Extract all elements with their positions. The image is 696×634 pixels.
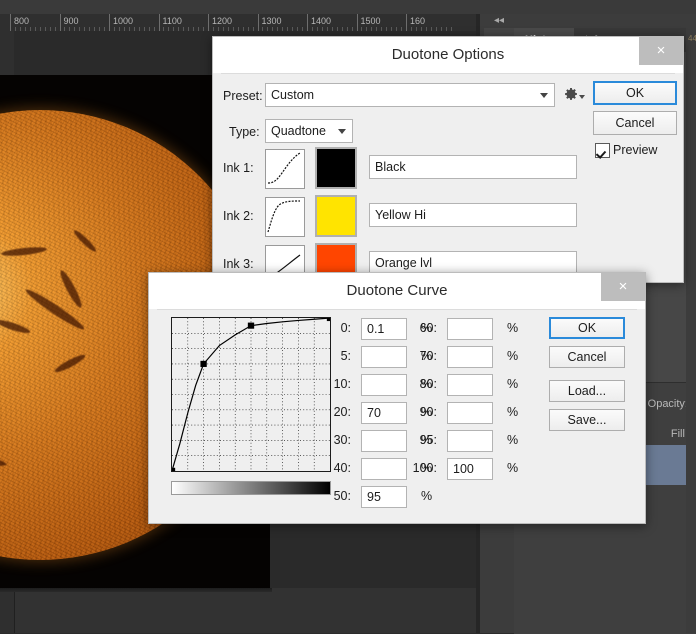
- curve-field-label-left-5: 40:: [295, 461, 351, 475]
- preset-select[interactable]: Custom: [265, 83, 555, 107]
- ruler-major-tick: [60, 14, 61, 31]
- curve-input-50[interactable]: 95: [361, 486, 407, 508]
- curve-input-100[interactable]: 100: [447, 458, 493, 480]
- curve-field-label-left-0: 0:: [295, 321, 351, 335]
- ink-1-name-input[interactable]: Black: [369, 155, 577, 179]
- ruler-major-tick: [10, 14, 11, 31]
- ruler-label: 800: [14, 16, 29, 26]
- type-value: Quadtone: [271, 124, 326, 138]
- duotone-options-title: Duotone Options: [213, 46, 683, 63]
- curve-field-label-right-5: 100:: [381, 461, 437, 475]
- dock-right-edge: [686, 14, 696, 633]
- duotone-curve-ok-button[interactable]: OK: [549, 317, 625, 339]
- curve-field-label-left-6: 50:: [295, 489, 351, 503]
- curve-control-point[interactable]: [200, 361, 206, 367]
- ink-1-curve-thumbnail[interactable]: [265, 149, 305, 189]
- percent-symbol: %: [421, 489, 432, 503]
- type-select[interactable]: Quadtone: [265, 119, 353, 143]
- ruler-label: 1400: [311, 16, 331, 26]
- curve-control-point[interactable]: [248, 323, 254, 329]
- duotone-options-titlebar[interactable]: Duotone Options: [213, 37, 683, 73]
- curve-plot[interactable]: [172, 318, 330, 471]
- ink-1-label: Ink 1:: [223, 161, 254, 175]
- curve-input-95[interactable]: [447, 430, 493, 452]
- duotone-curve-load-button[interactable]: Load...: [549, 380, 625, 402]
- curve-field-label-right-4: 95:: [381, 433, 437, 447]
- curve-field-label-left-3: 20:: [295, 405, 351, 419]
- duotone-curve-save-button[interactable]: Save...: [549, 409, 625, 431]
- duotone-curve-dialog[interactable]: Duotone Curve × 0:0.1%5:%10:%20:70%30:%4…: [148, 272, 646, 524]
- percent-symbol: %: [507, 377, 518, 391]
- divider: [221, 73, 675, 74]
- ruler-label: 1200: [212, 16, 232, 26]
- ruler-label: 1100: [163, 16, 182, 26]
- type-label: Type:: [229, 125, 260, 139]
- gear-dropdown-arrow-icon[interactable]: [579, 95, 585, 99]
- curve-field-label-right-1: 70:: [381, 349, 437, 363]
- chevron-down-icon[interactable]: [540, 93, 548, 98]
- curve-input-60[interactable]: [447, 318, 493, 340]
- ruler-major-tick: [159, 14, 160, 31]
- percent-symbol: %: [507, 349, 518, 363]
- duotone-options-cancel-button[interactable]: Cancel: [593, 111, 677, 135]
- gear-icon[interactable]: [563, 87, 579, 103]
- preset-value: Custom: [271, 88, 314, 102]
- percent-symbol: %: [507, 321, 518, 335]
- close-icon[interactable]: ×: [601, 273, 645, 301]
- duotone-curve-cancel-button[interactable]: Cancel: [549, 346, 625, 368]
- chevron-down-icon[interactable]: [338, 129, 346, 134]
- curve-field-label-right-3: 90:: [381, 405, 437, 419]
- ruler-major-tick: [208, 14, 209, 31]
- ruler-major-tick: [406, 14, 407, 31]
- app-top-strip: [0, 0, 696, 14]
- ruler-label: 1500: [361, 16, 381, 26]
- ruler-major-tick: [258, 14, 259, 31]
- ink-1-color-swatch[interactable]: [315, 147, 357, 189]
- ruler-label: 160: [410, 16, 425, 26]
- percent-symbol: %: [507, 433, 518, 447]
- curve-field-label-right-0: 60:: [381, 321, 437, 335]
- curve-field-label-left-4: 30:: [295, 433, 351, 447]
- close-icon[interactable]: ×: [639, 37, 683, 65]
- curve-input-70[interactable]: [447, 346, 493, 368]
- duotone-options-dialog[interactable]: Duotone Options × Preset: Custom OK Canc…: [212, 36, 684, 283]
- ruler-label: 1300: [262, 16, 282, 26]
- percent-symbol: %: [507, 405, 518, 419]
- ruler-label: 1000: [113, 16, 133, 26]
- preset-label: Preset:: [223, 89, 263, 103]
- preview-checkbox[interactable]: [595, 143, 610, 158]
- divider: [157, 309, 637, 310]
- curve-field-label-left-2: 10:: [295, 377, 351, 391]
- ink-2-label: Ink 2:: [223, 209, 254, 223]
- ruler-major-tick: [109, 14, 110, 31]
- curve-input-80[interactable]: [447, 374, 493, 396]
- ink-3-label: Ink 3:: [223, 257, 254, 271]
- canvas-drop-shadow: [0, 588, 272, 592]
- curve-field-label-left-1: 5:: [295, 349, 351, 363]
- percent-symbol: %: [507, 461, 518, 475]
- duotone-curve-graph[interactable]: [171, 317, 331, 472]
- duotone-curve-titlebar[interactable]: Duotone Curve: [149, 273, 645, 309]
- horizontal-ruler[interactable]: 800 900 1000 1100 1200 1300 1400 1500 160: [0, 14, 480, 32]
- curve-field-label-right-2: 80:: [381, 377, 437, 391]
- ink-2-color-swatch[interactable]: [315, 195, 357, 237]
- preview-label[interactable]: Preview: [613, 143, 657, 157]
- secondary-ruler-mark: 44: [688, 34, 696, 44]
- duotone-curve-title: Duotone Curve: [149, 282, 645, 299]
- collapse-double-left-icon[interactable]: ◂◂: [494, 15, 504, 27]
- dock-collapse-button[interactable]: [484, 14, 526, 28]
- ruler-major-tick: [307, 14, 308, 31]
- duotone-options-ok-button[interactable]: OK: [593, 81, 677, 105]
- ink-2-name-input[interactable]: Yellow Hi: [369, 203, 577, 227]
- curve-input-90[interactable]: [447, 402, 493, 424]
- curve-control-point[interactable]: [172, 468, 175, 471]
- ruler-label: 900: [64, 16, 79, 26]
- ink-2-curve-thumbnail[interactable]: [265, 197, 305, 237]
- ruler-major-tick: [357, 14, 358, 31]
